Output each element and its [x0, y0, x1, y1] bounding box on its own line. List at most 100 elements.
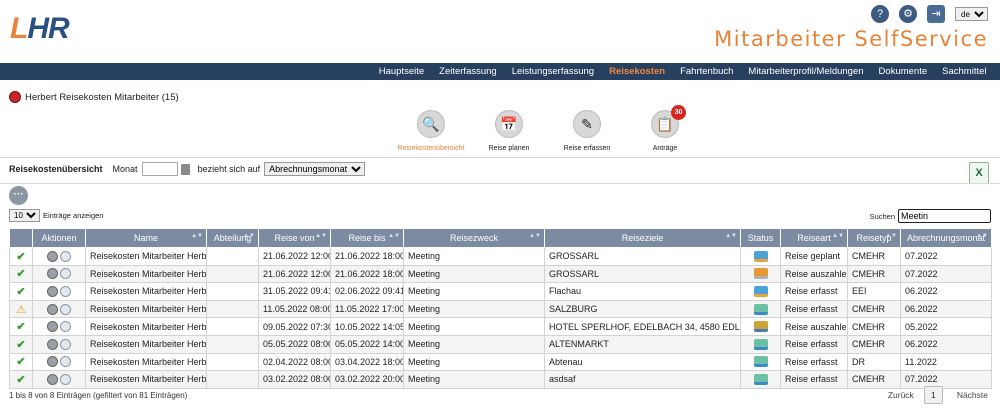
cell-name: Reisekosten Mitarbeiter Herbert [85, 317, 207, 336]
excel-export-icon[interactable]: X [969, 162, 989, 184]
recorded-status-icon[interactable] [753, 338, 768, 350]
cell-abteilung [206, 282, 259, 301]
bezug-select[interactable]: Abrechnungsmonat [264, 162, 366, 176]
cell-aktionen [32, 334, 86, 354]
prev-page-button[interactable]: Zurück [888, 390, 914, 400]
user-avatar-icon[interactable] [9, 91, 21, 103]
antraege-count-badge: 30 [671, 105, 686, 120]
cell-name: Reisekosten Mitarbeiter Herbert [85, 299, 207, 319]
column-header-label: Status [747, 233, 774, 243]
recorded-status-icon[interactable] [753, 303, 768, 315]
search-action-icon[interactable] [60, 286, 71, 298]
nav-item-leistungserfassung[interactable]: Leistungserfassung [504, 63, 601, 80]
search-action-icon[interactable] [60, 303, 71, 315]
tile-reise-erfassen[interactable]: ✎ Reise erfassen [548, 108, 626, 152]
table-row[interactable]: ⚠ Reisekosten Mitarbeiter Herbert 11.05.20… [9, 299, 992, 319]
tile-label: Reisekostenübersicht [397, 145, 465, 152]
page-button-current[interactable]: 1 [923, 386, 943, 404]
settings-action-icon[interactable] [47, 303, 58, 315]
table-row[interactable]: ✔ Reisekosten Mitarbeiter Herbert 21.06.20… [9, 264, 992, 284]
table-row[interactable]: ✔ Reisekosten Mitarbeiter Herbert 31.05.20… [9, 282, 992, 301]
sort-icon: ▲▼ [832, 233, 844, 239]
cell-name: Reisekosten Mitarbeiter Herbert [85, 264, 207, 284]
cell-flag: ✔ [9, 352, 33, 372]
cell-reise-von: 09.05.2022 07:30 [258, 317, 331, 336]
language-select[interactable]: de [955, 7, 988, 21]
cell-reise-von: 05.05.2022 08:00 [258, 334, 331, 354]
payout-status-icon[interactable] [753, 321, 768, 333]
sort-icon: ▲▼ [976, 233, 988, 239]
gear-icon[interactable]: ⚙ [899, 5, 917, 23]
column-header-flag[interactable] [9, 228, 33, 248]
logo-letter-l: L [10, 12, 28, 45]
settings-action-icon[interactable] [47, 374, 58, 386]
monat-label: Monat [112, 164, 138, 174]
search-action-icon[interactable] [60, 374, 71, 386]
tile-antraege[interactable]: 📋 30 Anträge [626, 105, 704, 152]
settings-action-icon[interactable] [47, 250, 58, 262]
recorded-status-icon[interactable] [753, 356, 768, 368]
lhr-logo[interactable]: LHR [10, 12, 70, 45]
search-action-icon[interactable] [60, 321, 71, 333]
cell-flag: ⚠ [9, 299, 33, 319]
payout-status-icon[interactable] [753, 268, 768, 280]
nav-item-dokumente[interactable]: Dokumente [871, 63, 935, 80]
recorded-status-icon[interactable] [753, 374, 768, 386]
help-icon[interactable]: ? [871, 5, 889, 23]
table-row[interactable]: ✔ Reisekosten Mitarbeiter Herbert 03.02.20… [9, 370, 992, 389]
table-row[interactable]: ✔ Reisekosten Mitarbeiter Herbert 02.04.20… [9, 352, 992, 372]
column-header-name[interactable]: Name ▲▼ [85, 228, 207, 248]
nav-item-reisekosten[interactable]: Reisekosten [602, 63, 673, 80]
nav-item-zeiterfassung[interactable]: Zeiterfassung [432, 63, 505, 80]
nav-item-fahrtenbuch[interactable]: Fahrtenbuch [673, 63, 741, 80]
cell-reisezweck: Meeting [403, 264, 545, 284]
cell-aktionen [32, 264, 86, 284]
column-header-reisetyp[interactable]: Reisetyp ▲▼ [847, 228, 901, 248]
page-length-select[interactable]: 10 [9, 209, 40, 222]
cell-reiseziele: HOTEL SPERLHOF, EDELBACH 34, 4580 EDLBAC… [544, 317, 741, 336]
tile-reise-planen[interactable]: 📅 Reise planen [470, 108, 548, 152]
column-header-abteilung[interactable]: Abteilung ▲▼ [206, 228, 259, 248]
plan-status-icon[interactable] [753, 286, 768, 298]
column-header-reiseart[interactable]: Reiseart ▲▼ [780, 228, 848, 248]
cell-reise-bis: 05.05.2022 14:00 [330, 334, 404, 354]
search-action-icon[interactable] [60, 250, 71, 262]
cell-reise-von: 21.06.2022 12:00 [258, 264, 331, 284]
nav-item-hauptseite[interactable]: Hauptseite [371, 63, 431, 80]
table-row[interactable]: ✔ Reisekosten Mitarbeiter Herbert 05.05.20… [9, 334, 992, 354]
cell-abrechnungsmonat: 06.2022 [900, 299, 992, 319]
column-header-abrechnungsmonat[interactable]: Abrechnungsmonat ▲▼ [900, 228, 992, 248]
search-action-icon[interactable] [60, 338, 71, 350]
user-label: Herbert Reisekosten Mitarbeiter (15) [25, 91, 179, 103]
trash-icon[interactable] [180, 163, 190, 175]
pagination: Zurück 1 Nächste [888, 386, 988, 404]
settings-action-icon[interactable] [47, 321, 58, 333]
calendar-plan-icon: 📅 [495, 110, 523, 138]
search-action-icon[interactable] [60, 356, 71, 368]
tile-reisekostenuebersicht[interactable]: 🔍 Reisekostenübersicht [392, 108, 470, 152]
settings-action-icon[interactable] [47, 268, 58, 280]
next-page-button[interactable]: Nächste [957, 390, 988, 400]
column-header-reisezweck[interactable]: Reisezweck ▲▼ [403, 228, 545, 248]
table-row[interactable]: ✔ Reisekosten Mitarbeiter Herbert 21.06.20… [9, 247, 992, 266]
search-input[interactable] [898, 209, 991, 223]
table-row[interactable]: ✔ Reisekosten Mitarbeiter Herbert 09.05.20… [9, 317, 992, 336]
column-header-aktionen[interactable]: Aktionen [32, 228, 86, 248]
monat-input[interactable] [141, 162, 178, 176]
search-action-icon[interactable] [60, 268, 71, 280]
cell-reiseziele: SALZBURG [544, 299, 741, 319]
plan-status-icon[interactable] [753, 250, 768, 262]
nav-item-sachmittel[interactable]: Sachmittel [935, 63, 994, 80]
settings-action-icon[interactable] [47, 338, 58, 350]
column-header-status[interactable]: Status [740, 228, 781, 248]
more-options-button[interactable]: ··· [9, 186, 28, 205]
sort-icon: ▲▼ [529, 233, 541, 239]
settings-action-icon[interactable] [47, 286, 58, 298]
column-header-reiseziele[interactable]: Reiseziele ▲▼ [544, 228, 741, 248]
nav-item-mitarbeiterprofil[interactable]: Mitarbeiterprofil/Meldungen [741, 63, 871, 80]
logout-icon[interactable]: ⇥ [927, 5, 945, 23]
column-header-reise-bis[interactable]: Reise bis ▲▼ [330, 228, 404, 248]
column-header-reise-von[interactable]: Reise von ▲▼ [258, 228, 331, 248]
cell-abrechnungsmonat: 11.2022 [900, 352, 992, 372]
settings-action-icon[interactable] [47, 356, 58, 368]
